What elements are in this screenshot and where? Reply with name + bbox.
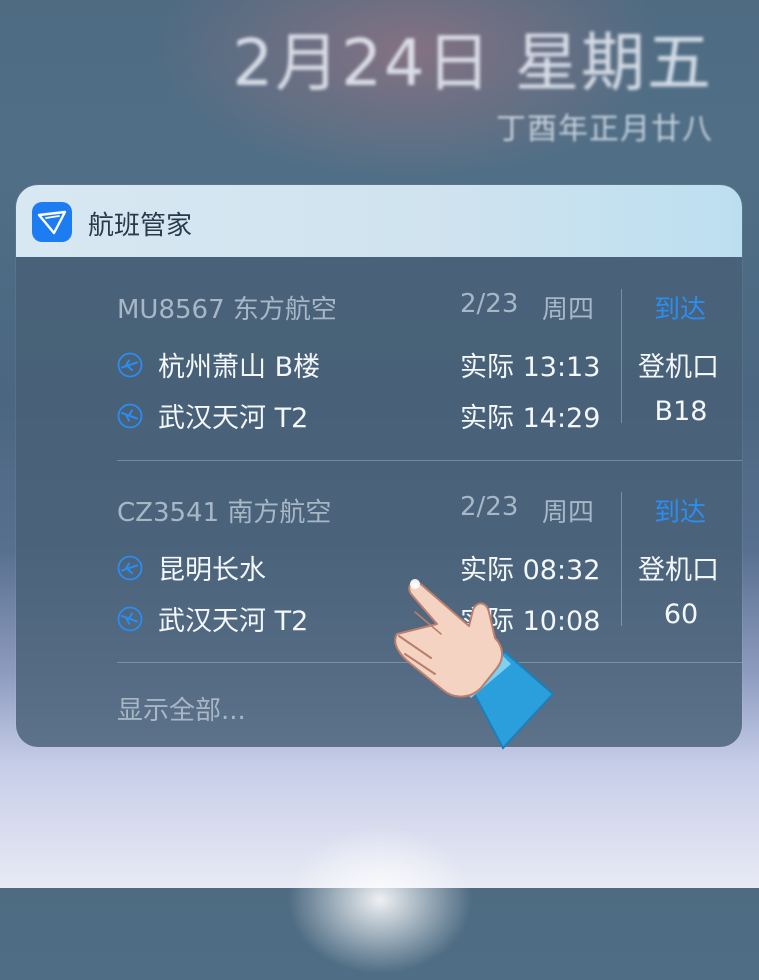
landing-icon — [117, 606, 143, 632]
column-divider — [621, 289, 622, 423]
flight-status: 到达 — [654, 498, 707, 528]
column-divider — [621, 492, 622, 626]
pointing-hand-icon — [385, 572, 560, 750]
widget-header[interactable]: 航班管家 — [16, 185, 742, 257]
home-indicator-glow — [280, 820, 480, 980]
show-all-link[interactable]: 显示全部... — [117, 690, 246, 727]
takeoff-icon — [117, 352, 143, 378]
flight-item[interactable]: CZ3541 南方航空 2/23 周四 到达 昆明长水 实际 08:32 登机口… — [16, 492, 742, 672]
arrival-airport: 武汉天河 T2 — [158, 403, 309, 434]
flight-date: 2/23 — [460, 289, 519, 319]
gate-label: 登机口 — [638, 555, 719, 586]
lockscreen-lunar-date: 丁酉年正月廿八 — [496, 112, 713, 147]
arrival-airport: 武汉天河 T2 — [158, 606, 309, 637]
app-name: 航班管家 — [88, 211, 193, 241]
gate-number: 60 — [663, 599, 699, 630]
flight-weekday: 周四 — [542, 295, 595, 325]
gate-label: 登机口 — [638, 352, 719, 383]
lockscreen-date: 2月24日 星期五 — [232, 27, 713, 101]
flight-status: 到达 — [654, 295, 707, 325]
departure-airport: 杭州萧山 B楼 — [158, 352, 321, 383]
departure-time: 实际 13:13 — [460, 352, 601, 383]
flight-airline: MU8567 东方航空 — [117, 295, 337, 325]
flight-date: 2/23 — [460, 492, 519, 522]
flight-airline: CZ3541 南方航空 — [117, 498, 332, 528]
flight-weekday: 周四 — [542, 498, 595, 528]
landing-icon — [117, 403, 143, 429]
app-icon — [32, 202, 72, 242]
flight-widget[interactable]: 航班管家 MU8567 东方航空 2/23 周四 到达 杭州萧山 B楼 实际 1… — [16, 185, 742, 747]
flight-item[interactable]: MU8567 东方航空 2/23 周四 到达 杭州萧山 B楼 实际 13:13 … — [16, 289, 742, 469]
gate-number: B18 — [654, 396, 708, 427]
row-divider — [117, 460, 742, 461]
arrival-time: 实际 14:29 — [460, 403, 601, 434]
departure-airport: 昆明长水 — [158, 555, 266, 586]
takeoff-icon — [117, 555, 143, 581]
